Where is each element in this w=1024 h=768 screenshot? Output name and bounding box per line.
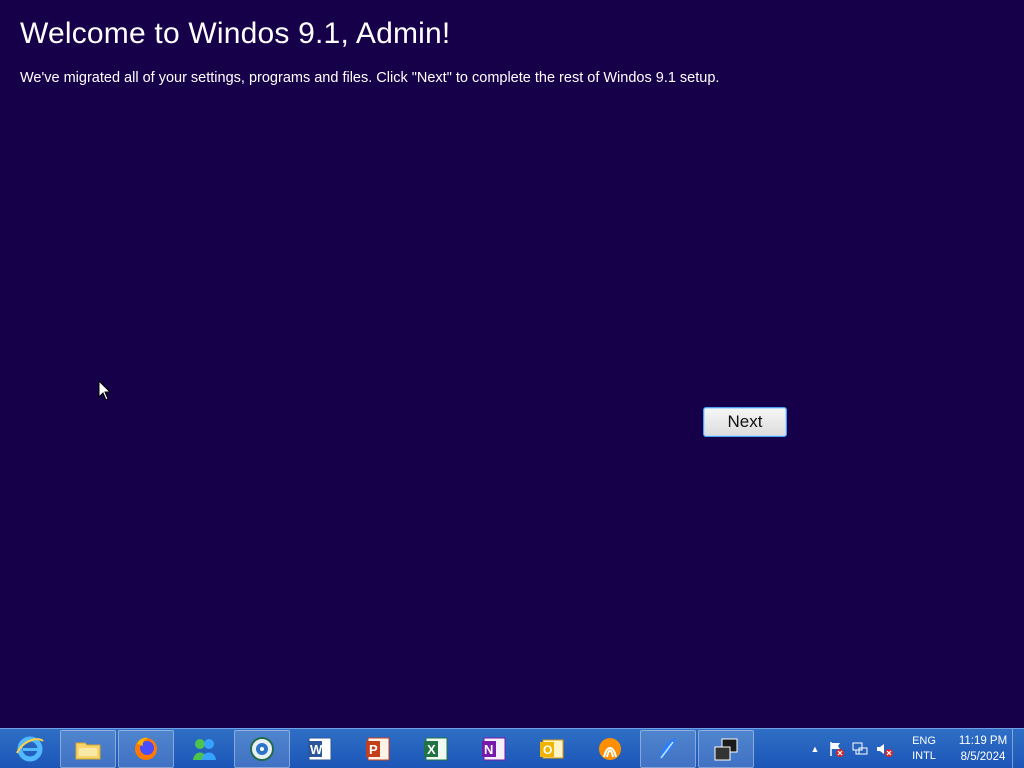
mouse-pointer-icon <box>98 380 112 401</box>
taskbar-app-file-explorer[interactable] <box>60 729 116 768</box>
setup-message: We've migrated all of your settings, pro… <box>20 70 720 86</box>
excel-icon: X <box>424 737 448 760</box>
outlook-icon: O <box>540 739 564 758</box>
firefox-icon <box>135 737 157 760</box>
show-desktop-button[interactable] <box>1012 729 1024 768</box>
taskbar-app-onenote[interactable]: N <box>466 730 522 768</box>
vlc-like-icon <box>599 737 621 760</box>
svg-text:N: N <box>484 742 493 757</box>
word-icon: W <box>308 737 332 760</box>
svg-text:O: O <box>543 743 552 757</box>
input-language-indicator[interactable]: ENG INTL <box>906 734 942 764</box>
clock[interactable]: 11:19 PM 8/5/2024 <box>952 733 1014 765</box>
messenger-icon <box>193 738 216 760</box>
svg-text:P: P <box>369 742 378 757</box>
taskbar-app-messenger[interactable] <box>176 730 232 768</box>
language-code: ENG <box>912 734 936 747</box>
taskbar-app-firefox[interactable] <box>118 729 174 768</box>
taskbar: W P X N O ▲ ENG INTL 11:19 PM 8/5/2024 <box>0 728 1024 768</box>
page-title: Welcome to Windos 9.1, Admin! <box>20 17 451 50</box>
clock-date: 8/5/2024 <box>960 750 1006 763</box>
taskbar-app-media-player[interactable] <box>582 730 638 768</box>
next-button[interactable]: Next <box>703 407 787 437</box>
taskbar-app-powerpoint[interactable]: P <box>350 730 406 768</box>
onenote-icon: N <box>482 737 506 760</box>
taskbar-app-window-switcher[interactable] <box>698 729 754 768</box>
media-center-icon <box>250 736 274 761</box>
clock-time: 11:19 PM <box>958 734 1008 747</box>
action-center-flag-icon[interactable] <box>826 739 846 759</box>
network-icon[interactable] <box>850 739 870 759</box>
internet-explorer-icon <box>16 736 44 761</box>
taskbar-app-excel[interactable]: X <box>408 730 464 768</box>
taskbar-app-word[interactable]: W <box>292 730 348 768</box>
taskbar-app-media-center[interactable] <box>234 729 290 768</box>
show-hidden-icons-icon[interactable]: ▲ <box>808 742 822 756</box>
volume-muted-icon[interactable] <box>874 739 894 759</box>
app-feather-icon <box>659 737 676 759</box>
system-tray: ▲ ENG INTL 11:19 PM 8/5/2024 <box>800 729 1024 768</box>
taskbar-app-outlook[interactable]: O <box>524 730 580 768</box>
file-explorer-icon <box>75 742 101 759</box>
powerpoint-icon: P <box>366 737 390 760</box>
svg-text:W: W <box>310 742 323 757</box>
taskbar-app-internet-explorer[interactable] <box>2 730 58 768</box>
svg-text:X: X <box>427 742 436 757</box>
taskbar-app-feather[interactable] <box>640 729 696 768</box>
window-switcher-icon <box>714 738 738 760</box>
keyboard-layout: INTL <box>912 749 936 762</box>
